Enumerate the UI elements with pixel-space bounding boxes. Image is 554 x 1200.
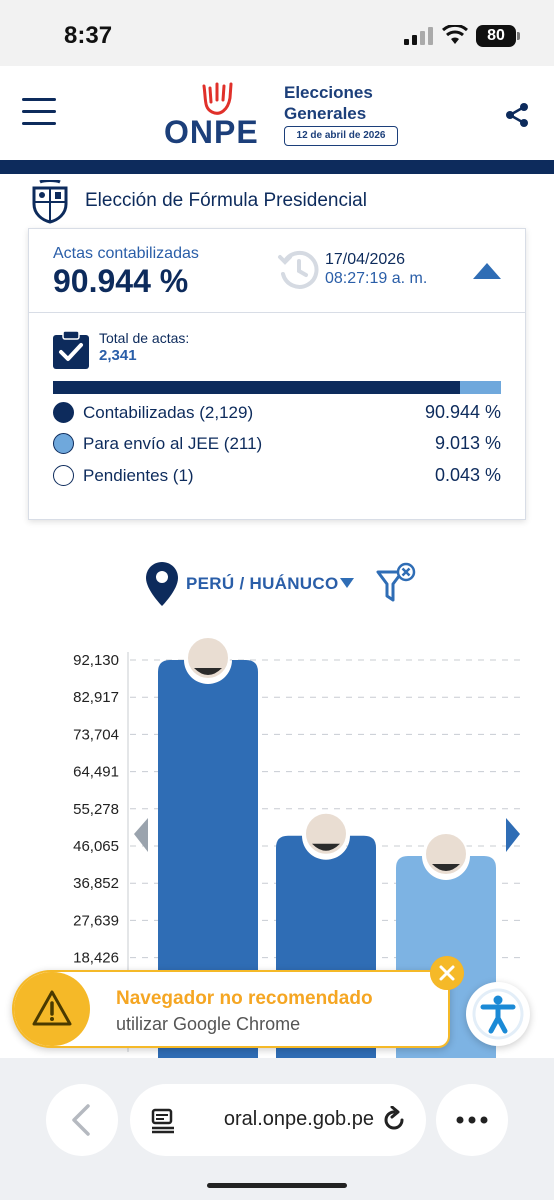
legend-row-counted: Contabilizadas (2,129) 90.944 %	[53, 401, 501, 425]
header-title: Elecciones Generales	[284, 83, 373, 123]
legend-label-counted: Contabilizadas (2,129)	[83, 403, 254, 422]
total-actas-label: Total de actas:	[99, 330, 190, 346]
update-time: 08:27:19 a. m.	[325, 270, 428, 287]
page: 8:37 80 ONPE Elecciones Generales 12 de …	[0, 0, 554, 1200]
warning-badge	[14, 972, 90, 1046]
reload-icon[interactable]	[380, 1106, 408, 1134]
app-header: ONPE Elecciones Generales 12 de abril de…	[0, 66, 554, 162]
chart-prev-arrow	[134, 818, 148, 852]
y-tick-label: 46,065	[73, 838, 119, 855]
accessibility-button[interactable]	[466, 982, 530, 1046]
legend-dot-pending	[53, 465, 74, 486]
legend-dot-jee	[53, 433, 74, 454]
total-actas-value: 2,341	[99, 347, 137, 364]
actas-percent: 90.944 %	[53, 263, 189, 299]
y-tick-label: 27,639	[73, 912, 119, 929]
more-options-button[interactable]	[436, 1084, 508, 1156]
y-tick-label: 55,278	[73, 801, 119, 818]
wifi-icon	[442, 25, 468, 44]
legend-label-pending: Pendientes (1)	[83, 466, 194, 485]
chevron-down-icon[interactable]	[340, 578, 354, 588]
y-tick-label: 92,130	[73, 652, 119, 669]
legend-value-jee: 9.013 %	[434, 433, 501, 453]
progress-jee-segment	[460, 381, 501, 394]
status-bar: 8:37 80	[0, 0, 554, 66]
y-tick-label: 36,852	[73, 875, 119, 892]
actas-progress-bar	[53, 381, 501, 394]
chart-next-arrow	[506, 818, 520, 852]
header-divider	[0, 160, 554, 174]
onpe-logo: ONPE	[160, 78, 278, 156]
national-shield-icon	[32, 180, 68, 224]
home-indicator	[207, 1183, 347, 1188]
onpe-logo-text: ONPE	[164, 114, 259, 150]
y-tick-label: 82,917	[73, 689, 119, 706]
url-text: oral.onpe.gob.pe	[223, 1108, 374, 1130]
voting-hand-icon	[202, 82, 233, 115]
legend-row-pending: Pendientes (1) 0.043 %	[53, 464, 501, 488]
page-settings-icon[interactable]	[150, 1108, 176, 1134]
y-tick-label: 18,426	[73, 950, 119, 967]
y-tick-label: 64,491	[73, 764, 119, 781]
location-selector[interactable]: PERÚ / HUÁNUCO	[186, 574, 339, 594]
status-time: 8:37	[64, 22, 113, 49]
chevron-left-icon	[72, 1104, 90, 1136]
actas-summary-card: Actas contabilizadas 90.944 % 17/04/2026…	[28, 228, 526, 520]
clear-filter-icon[interactable]	[376, 562, 418, 606]
y-tick-label: 73,704	[73, 726, 119, 743]
toast-title: Navegador no recomendado	[116, 988, 373, 1009]
update-date: 17/04/2026	[325, 251, 406, 268]
address-bar[interactable]: oral.onpe.gob.pe	[130, 1084, 426, 1156]
legend-dot-counted	[53, 402, 74, 423]
browser-warning-toast: Navegador no recomendado utilizar Google…	[12, 970, 450, 1048]
warning-triangle-icon	[32, 990, 72, 1026]
election-title: Elección de Fórmula Presidencial	[85, 190, 367, 211]
close-toast-icon[interactable]	[430, 956, 464, 990]
legend-value-pending: 0.043 %	[434, 465, 501, 485]
election-date-chip: 12 de abril de 2026	[284, 126, 398, 146]
ellipsis-icon	[456, 1116, 488, 1124]
share-icon[interactable]	[504, 102, 530, 128]
legend-label-jee: Para envío al JEE (211)	[83, 434, 263, 453]
cellular-signal-icon	[404, 27, 433, 45]
history-clock-icon	[278, 250, 319, 289]
chevron-up-icon[interactable]	[473, 263, 501, 279]
accessibility-icon	[472, 988, 524, 1040]
location-pin-icon	[146, 562, 178, 606]
actas-summary-header[interactable]: Actas contabilizadas 90.944 % 17/04/2026…	[29, 229, 525, 313]
toast-subtitle: utilizar Google Chrome	[116, 1014, 301, 1034]
legend-value-counted: 90.944 %	[424, 402, 501, 422]
browser-toolbar: oral.onpe.gob.pe	[0, 1058, 554, 1200]
progress-counted-segment	[53, 381, 461, 394]
hamburger-menu-icon[interactable]	[22, 98, 56, 128]
actas-label: Actas contabilizadas	[53, 245, 199, 262]
battery-indicator: 80	[476, 25, 520, 47]
clipboard-check-icon	[53, 331, 89, 369]
back-button[interactable]	[46, 1084, 118, 1156]
legend-row-jee: Para envío al JEE (211) 9.013 %	[53, 432, 501, 456]
